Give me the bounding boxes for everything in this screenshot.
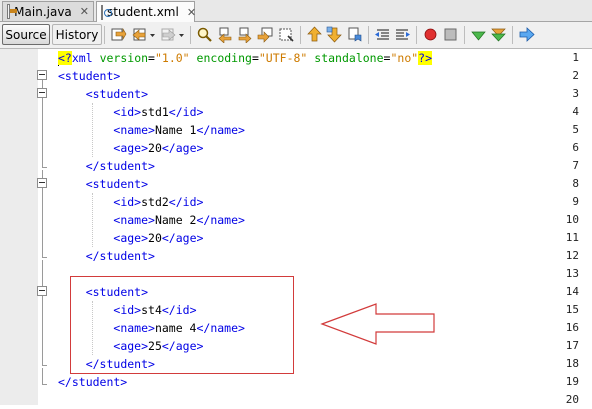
annotation-highlight-box <box>70 276 294 374</box>
line-number-gutter <box>0 49 39 405</box>
code-line: </student> <box>85 249 155 263</box>
check-xml-icon[interactable] <box>470 26 487 43</box>
line-number: 17 <box>565 339 579 352</box>
java-file-icon <box>7 4 18 19</box>
code-line: </student> <box>85 159 155 173</box>
code-line: </student> <box>58 375 128 389</box>
close-icon[interactable]: ✕ <box>80 5 89 18</box>
previous-bookmark-icon[interactable] <box>306 26 323 43</box>
fold-toggle-icon[interactable] <box>37 178 47 188</box>
line-number: 18 <box>565 357 579 370</box>
history-button[interactable]: History <box>52 24 102 45</box>
fold-toggle-icon[interactable] <box>37 70 47 80</box>
line-number: 9 <box>572 195 579 208</box>
source-button[interactable]: Source <box>2 24 50 45</box>
xml-declaration-line: <?xml version="1.0" encoding="UTF-8" sta… <box>58 51 433 66</box>
close-icon[interactable]: ✕ <box>187 6 196 19</box>
find-selection-icon[interactable] <box>257 26 274 43</box>
tab-main-java[interactable]: Main.java ✕ <box>2 1 94 21</box>
code-line: <id>std2</id> <box>113 195 204 209</box>
line-number: 8 <box>572 177 579 190</box>
line-number: 3 <box>572 87 579 100</box>
shift-left-icon[interactable] <box>374 26 391 43</box>
line-number: 12 <box>565 249 579 262</box>
forward-icon[interactable] <box>160 26 177 43</box>
toggle-highlight-icon[interactable] <box>278 26 295 43</box>
code-line: <age>20</age> <box>113 141 204 155</box>
toggle-bookmark-icon[interactable] <box>346 26 363 43</box>
editor-tab-bar: Main.java ✕ student.xml ✕ <box>0 0 592 22</box>
code-line: <age>20</age> <box>113 231 204 245</box>
stop-macro-icon[interactable] <box>442 26 459 43</box>
line-number: 14 <box>565 285 579 298</box>
chevron-down-icon[interactable] <box>177 26 186 43</box>
fold-toggle-icon[interactable] <box>37 88 47 98</box>
back-icon[interactable] <box>131 26 148 43</box>
chevron-down-icon[interactable] <box>148 26 157 43</box>
code-line: <name>Name 2</name> <box>113 213 245 227</box>
line-number: 2 <box>572 69 579 82</box>
line-number: 6 <box>572 141 579 154</box>
line-number: 19 <box>565 375 579 388</box>
code-line: <student> <box>58 69 121 83</box>
fold-toggle-icon[interactable] <box>37 286 47 296</box>
xml-file-icon <box>101 4 112 20</box>
code-line: <student> <box>85 177 149 191</box>
find-icon[interactable] <box>196 26 213 43</box>
editor-toolbar: Source History <box>0 22 592 49</box>
line-number: 1 <box>572 51 579 64</box>
validate-xml-icon[interactable] <box>490 26 507 43</box>
start-macro-icon[interactable] <box>422 26 439 43</box>
find-next-icon[interactable] <box>237 26 254 43</box>
annotation-arrow-icon <box>320 303 435 345</box>
fold-margin <box>38 49 52 405</box>
line-number: 10 <box>565 213 579 226</box>
find-previous-icon[interactable] <box>217 26 234 43</box>
next-bookmark-icon[interactable] <box>326 26 343 43</box>
tab-label: student.xml <box>107 5 179 19</box>
line-number: 11 <box>565 231 579 244</box>
line-number: 16 <box>565 321 579 334</box>
line-number: 7 <box>572 159 579 172</box>
line-number: 4 <box>572 105 579 118</box>
tab-student-xml[interactable]: student.xml ✕ <box>96 1 196 22</box>
tab-label: Main.java <box>14 4 72 19</box>
code-line: <id>std1</id> <box>113 105 204 119</box>
xsl-transform-icon[interactable] <box>518 26 535 43</box>
line-number: 13 <box>565 267 579 280</box>
shift-right-icon[interactable] <box>394 26 411 43</box>
line-number: 20 <box>565 393 579 406</box>
line-number: 5 <box>572 123 579 136</box>
last-edit-icon[interactable] <box>110 26 127 43</box>
line-number: 15 <box>565 303 579 316</box>
code-line: <student> <box>85 87 149 101</box>
code-line: <name>Name 1</name> <box>113 123 245 137</box>
